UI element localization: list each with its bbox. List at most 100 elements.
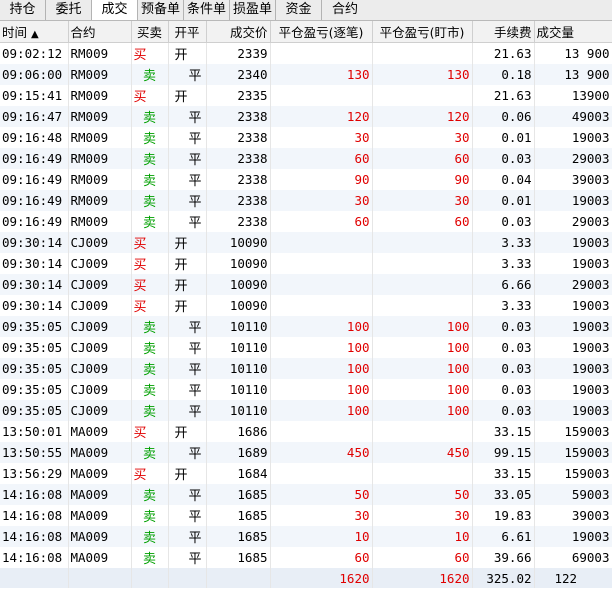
cell-pnl-mark: 100 [372, 337, 473, 358]
col-header-code[interactable]: 合约 [68, 21, 132, 43]
table-row[interactable]: 09:30:14 CJ009 买开 10090 6.66 29003 [0, 274, 612, 295]
cell-open-close: 开 [168, 463, 207, 484]
cell-fee: 0.01 [472, 127, 535, 148]
table-row[interactable]: 09:16:49 RM009 卖平 2338 90 90 0.04 39003 [0, 169, 612, 190]
cell-code: RM009 [68, 148, 132, 169]
table-row[interactable]: 09:16:49 RM009 卖平 2338 30 30 0.01 19003 [0, 190, 612, 211]
cell-time: 09:16:49 [0, 211, 69, 232]
cell-code: CJ009 [68, 337, 132, 358]
table-row[interactable]: 09:30:14 CJ009 买开 10090 3.33 19003 [0, 295, 612, 316]
table-row[interactable]: 13:56:29 MA009 买开 1684 33.15 159003 [0, 463, 612, 484]
cell-pnl-mark: 450 [372, 442, 473, 463]
cell-volume: 19003 [534, 400, 612, 421]
cell-pnl-mark [372, 421, 473, 442]
table-row[interactable]: 09:02:12 RM009 买开 2339 21.63 13 900 [0, 42, 612, 64]
cell-code: MA009 [68, 421, 132, 442]
cell-price: 1685 [206, 526, 271, 547]
cell-code: RM009 [68, 106, 132, 127]
col-header-pnl-trade[interactable]: 平仓盈亏(逐笔) [270, 21, 373, 43]
totals-empty-cell [206, 568, 271, 588]
cell-side: 卖 [131, 106, 169, 127]
table-row[interactable]: 09:35:05 CJ009 卖平 10110 100 100 0.03 19003 [0, 337, 612, 358]
table-row[interactable]: 09:35:05 CJ009 卖平 10110 100 100 0.03 19003 [0, 379, 612, 400]
cell-open-close: 平 [168, 505, 207, 526]
cell-side: 卖 [131, 211, 169, 232]
cell-price: 1686 [206, 421, 271, 442]
col-header-price[interactable]: 成交价 [206, 21, 271, 43]
cell-open-close: 平 [168, 484, 207, 505]
cell-side: 卖 [131, 64, 169, 85]
cell-time: 09:35:05 [0, 358, 69, 379]
cell-pnl-mark [372, 274, 473, 295]
cell-open-close: 平 [168, 127, 207, 148]
table-row[interactable]: 09:35:05 CJ009 卖平 10110 100 100 0.03 19003 [0, 400, 612, 421]
tab-2[interactable]: 成交 [92, 0, 138, 20]
cell-volume: 19003 [534, 232, 612, 253]
cell-side: 卖 [131, 379, 169, 400]
trade-table: 时间 ▲ 合约 买卖 开平 成交价 平仓盈亏(逐笔) 平仓盈亏(盯市) 手续费 … [0, 21, 612, 588]
cell-price: 1685 [206, 547, 271, 568]
tab-bar: 持仓 委托 成交 预备单 条件单 损盈单 资金 合约 [0, 0, 612, 21]
cell-volume: 69003 [534, 547, 612, 568]
cell-code: RM009 [68, 127, 132, 148]
cell-time: 14:16:08 [0, 526, 69, 547]
table-row[interactable]: 09:15:41 RM009 买开 2335 21.63 13900 [0, 85, 612, 106]
cell-side: 卖 [131, 190, 169, 211]
table-row[interactable]: 09:30:14 CJ009 买开 10090 3.33 19003 [0, 253, 612, 274]
table-row[interactable]: 14:16:08 MA009 卖平 1685 50 50 33.05 59003 [0, 484, 612, 505]
cell-pnl-mark [372, 295, 473, 316]
col-header-time[interactable]: 时间 ▲ [0, 21, 69, 43]
tab-6[interactable]: 资金 [276, 0, 322, 20]
cell-pnl-trade: 50 [270, 484, 373, 505]
col-header-volume[interactable]: 成交量 [534, 21, 612, 43]
cell-code: CJ009 [68, 232, 132, 253]
cell-price: 2338 [206, 190, 271, 211]
table-row[interactable]: 09:35:05 CJ009 卖平 10110 100 100 0.03 19003 [0, 316, 612, 337]
col-header-fee[interactable]: 手续费 [472, 21, 535, 43]
cell-open-close: 平 [168, 106, 207, 127]
col-header-pnl-mark[interactable]: 平仓盈亏(盯市) [372, 21, 473, 43]
cell-pnl-mark: 60 [372, 148, 473, 169]
table-row[interactable]: 13:50:01 MA009 买开 1686 33.15 159003 [0, 421, 612, 442]
col-header-side[interactable]: 买卖 [131, 21, 169, 43]
tab-4[interactable]: 条件单 [184, 0, 230, 20]
cell-open-close: 平 [168, 526, 207, 547]
cell-fee: 3.33 [472, 253, 535, 274]
cell-pnl-trade: 90 [270, 169, 373, 190]
table-row[interactable]: 09:16:49 RM009 卖平 2338 60 60 0.03 29003 [0, 148, 612, 169]
tab-5[interactable]: 损盈单 [230, 0, 276, 20]
cell-pnl-mark: 60 [372, 547, 473, 568]
tab-1[interactable]: 委托 [46, 0, 92, 20]
cell-pnl-trade [270, 232, 373, 253]
cell-fee: 0.03 [472, 316, 535, 337]
table-row[interactable]: 09:06:00 RM009 卖平 2340 130 130 0.18 13 900 [0, 64, 612, 85]
cell-code: CJ009 [68, 253, 132, 274]
cell-side: 买 [131, 421, 169, 442]
tab-3[interactable]: 预备单 [138, 0, 184, 20]
cell-code: CJ009 [68, 358, 132, 379]
col-header-oc[interactable]: 开平 [168, 21, 207, 43]
table-row[interactable]: 14:16:08 MA009 卖平 1685 60 60 39.66 69003 [0, 547, 612, 568]
cell-volume: 19003 [534, 337, 612, 358]
cell-volume: 19003 [534, 379, 612, 400]
totals-row: 1620 1620 325.02 122 [0, 568, 612, 588]
cell-volume: 39003 [534, 505, 612, 526]
table-row[interactable]: 09:30:14 CJ009 买开 10090 3.33 19003 [0, 232, 612, 253]
table-row[interactable]: 09:16:48 RM009 卖平 2338 30 30 0.01 19003 [0, 127, 612, 148]
table-row[interactable]: 14:16:08 MA009 卖平 1685 10 10 6.61 19003 [0, 526, 612, 547]
cell-pnl-trade: 100 [270, 400, 373, 421]
cell-code: MA009 [68, 442, 132, 463]
table-row[interactable]: 14:16:08 MA009 卖平 1685 30 30 19.83 39003 [0, 505, 612, 526]
tab-7[interactable]: 合约 [322, 0, 368, 20]
table-row[interactable]: 09:35:05 CJ009 卖平 10110 100 100 0.03 19003 [0, 358, 612, 379]
table-row[interactable]: 09:16:47 RM009 卖平 2338 120 120 0.06 49003 [0, 106, 612, 127]
cell-side: 买 [131, 42, 169, 64]
cell-volume: 39003 [534, 169, 612, 190]
tab-0[interactable]: 持仓 [0, 0, 46, 20]
cell-pnl-mark [372, 42, 473, 64]
table-row[interactable]: 09:16:49 RM009 卖平 2338 60 60 0.03 29003 [0, 211, 612, 232]
cell-pnl-trade [270, 463, 373, 484]
cell-fee: 33.15 [472, 421, 535, 442]
cell-time: 09:35:05 [0, 379, 69, 400]
table-row[interactable]: 13:50:55 MA009 卖平 1689 450 450 99.15 159003 [0, 442, 612, 463]
